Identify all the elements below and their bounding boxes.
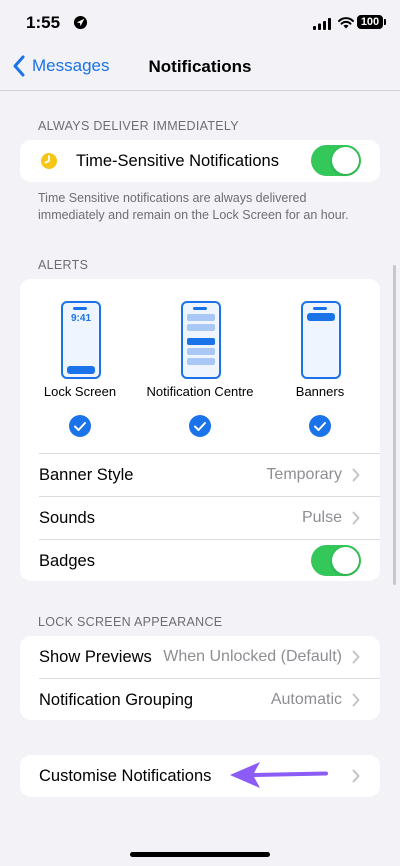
chevron-right-icon [352,511,360,525]
battery-indicator: 100 [357,15,386,29]
sounds-row[interactable]: Sounds Pulse [20,497,380,539]
banner-style-value: Temporary [266,466,342,483]
sounds-value: Pulse [301,509,342,526]
sounds-label: Sounds [39,508,95,527]
chevron-right-icon [352,468,360,482]
alert-style-caption: Lock Screen [43,384,117,399]
notification-grouping-label: Notification Grouping [39,690,194,709]
clock-icon [41,153,57,169]
status-bar: 1:55 100 [0,0,400,44]
lock-screen-card: Show Previews When Unlocked (Default) No… [20,636,380,720]
banners-preview [301,301,341,379]
scrollbar[interactable] [393,265,396,585]
toggle-knob [332,547,359,574]
home-indicator[interactable] [130,852,270,857]
notification-grouping-row[interactable]: Notification Grouping Automatic [20,679,380,721]
badges-toggle[interactable] [311,545,361,576]
time-sensitive-row: Time-Sensitive Notifications [20,140,380,182]
chevron-right-icon [352,650,360,664]
chevron-right-icon [352,769,360,783]
banner-style-row[interactable]: Banner Style Temporary [20,454,380,496]
show-previews-value: When Unlocked (Default) [163,648,342,665]
lock-screen-preview: 9:41 [61,301,101,379]
badges-label: Badges [39,551,95,570]
banner-style-label: Banner Style [39,465,134,484]
checkmark-icon [189,415,211,437]
alert-style-caption: Notification Centre [146,384,254,399]
customise-notifications-label: Customise Notifications [39,766,212,785]
toggle-knob [332,147,359,174]
section-header-lock-screen-appearance: LOCK SCREEN APPEARANCE [38,615,223,629]
chevron-right-icon [352,693,360,707]
show-previews-row[interactable]: Show Previews When Unlocked (Default) [20,636,380,678]
show-previews-label: Show Previews [39,647,152,666]
badges-row: Badges [20,540,380,582]
notification-grouping-value: Automatic [270,691,342,708]
status-time: 1:55 [26,13,61,32]
section-header-always-deliver: ALWAYS DELIVER IMMEDIATELY [38,119,239,133]
time-sensitive-card: Time-Sensitive Notifications [20,140,380,182]
checkmark-icon [309,415,331,437]
location-icon [73,15,88,30]
time-sensitive-footer: Time Sensitive notifications are always … [38,191,349,222]
navigation-bar: Messages Notifications [0,44,400,91]
annotation-arrow-icon [230,762,328,788]
alerts-card: 9:41 Lock Screen Notification Centre Ban… [20,279,380,581]
lock-screen-preview-time: 9:41 [70,313,91,324]
notification-centre-preview [181,301,221,379]
section-header-alerts: ALERTS [38,258,89,272]
time-sensitive-toggle[interactable] [311,145,361,176]
page-title: Notifications [148,57,252,76]
cellular-signal-icon [313,18,331,30]
wifi-icon [338,17,354,29]
checkmark-icon [69,415,91,437]
alert-style-caption: Banners [295,384,345,399]
time-sensitive-label: Time-Sensitive Notifications [76,151,279,170]
